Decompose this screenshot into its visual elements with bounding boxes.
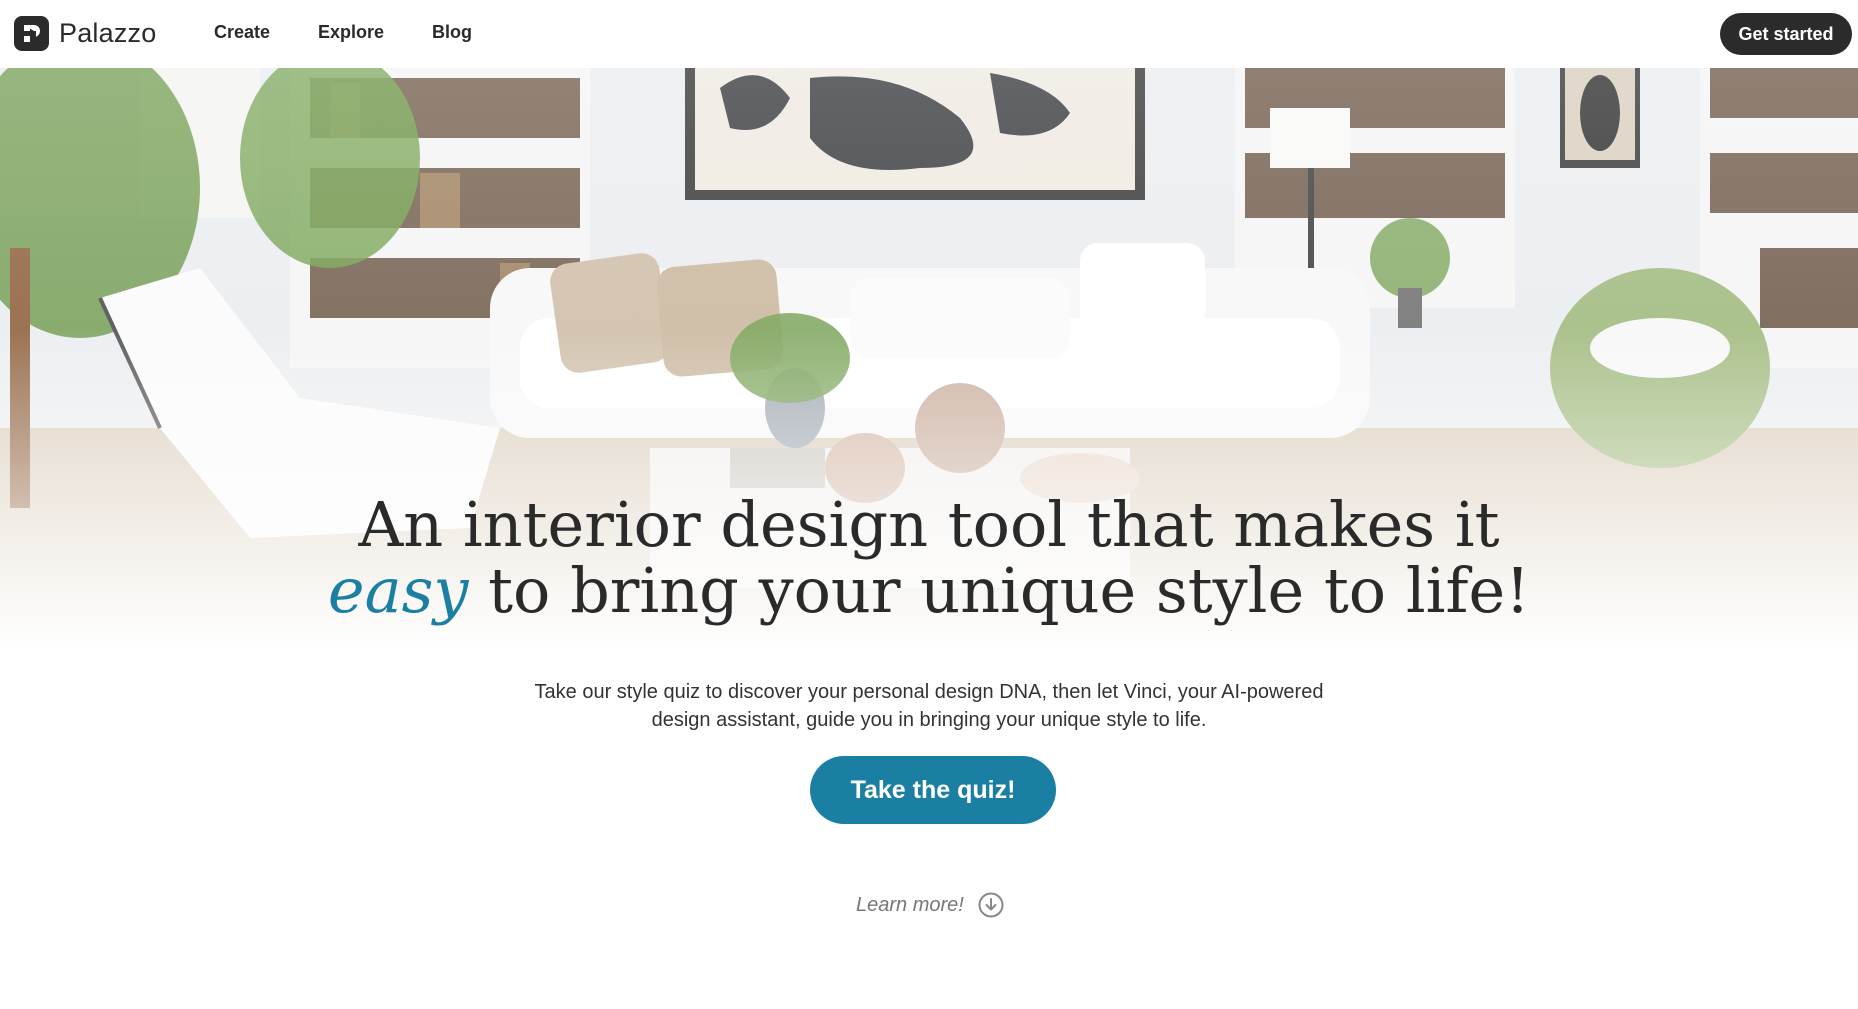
brand-name: Palazzo: [59, 18, 157, 48]
learn-more-link[interactable]: Learn more!: [856, 892, 1004, 918]
hero-subtitle: Take our style quiz to discover your per…: [534, 681, 1324, 731]
nav-link-blog[interactable]: Blog: [432, 22, 472, 43]
headline-accent-word: easy: [327, 554, 469, 627]
get-started-button[interactable]: Get started: [1720, 13, 1852, 55]
top-navbar: Palazzo Create Explore Blog Get started: [0, 0, 1858, 68]
hero-headline: An interior design tool that makes it ea…: [0, 492, 1858, 624]
brand-logo[interactable]: Palazzo: [14, 16, 156, 51]
take-quiz-button[interactable]: Take the quiz!: [810, 756, 1056, 824]
headline-line-1: An interior design tool that makes it: [358, 488, 1500, 561]
nav-link-explore[interactable]: Explore: [318, 22, 384, 43]
learn-more-label: Learn more!: [856, 893, 964, 916]
headline-line-2: to bring your unique style to life!: [468, 554, 1531, 627]
palazzo-logo-icon: [14, 16, 49, 51]
arrow-down-circle-icon: [978, 892, 1004, 918]
nav-link-create[interactable]: Create: [214, 22, 270, 43]
